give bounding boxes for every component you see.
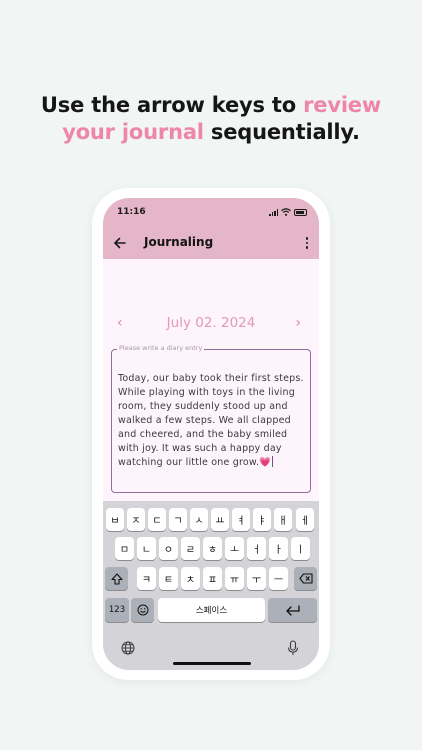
status-bar: 11:16 [103,198,319,228]
app-bar: Journaling [103,228,319,259]
diary-entry-label: Please write a diary entry [117,344,205,352]
key[interactable]: ㅐ [274,508,292,531]
headline-line2-plain: sequentially. [203,120,360,144]
key[interactable]: ㅌ [159,567,178,590]
key[interactable]: ㅜ [247,567,266,590]
key[interactable]: ㅊ [181,567,200,590]
return-icon [285,604,300,616]
key[interactable]: ㅁ [115,537,134,560]
emoji-key[interactable] [131,598,154,622]
key[interactable]: ㅣ [291,537,310,560]
key[interactable]: ㄱ [169,508,187,531]
key[interactable]: ㅅ [190,508,208,531]
key[interactable]: ㄷ [148,508,166,531]
key[interactable]: ㄴ [137,537,156,560]
diary-entry-field[interactable]: Please write a diary entry Today, our ba… [111,344,311,493]
date-navigator: ‹ July 02. 2024 › [103,314,319,334]
home-indicator [173,662,251,665]
status-time: 11:16 [117,207,146,217]
key[interactable]: ㅈ [127,508,145,531]
key[interactable]: ㅡ [269,567,288,590]
key[interactable]: ㅋ [137,567,156,590]
backspace-icon [298,573,313,584]
headline-line2-accent: your journal [62,120,204,144]
key[interactable]: ㅎ [203,537,222,560]
space-key[interactable]: 스페이스 [158,598,265,622]
headline-line1-plain: Use the arrow keys to [40,93,304,117]
key[interactable]: ㅔ [296,508,314,531]
headline-line-1: Use the arrow keys to review [0,92,422,119]
key[interactable]: ㅕ [232,508,250,531]
text-cursor [272,456,274,467]
promo-headline: Use the arrow keys to review your journa… [0,92,422,146]
headline-line-2: your journal sequentially. [0,119,422,146]
key[interactable]: ㄹ [181,537,200,560]
key[interactable]: ㅇ [159,537,178,560]
status-icons [269,208,307,216]
microphone-icon[interactable] [287,640,299,656]
chevron-right-icon[interactable]: › [295,315,301,331]
battery-icon [294,208,307,216]
back-arrow-icon[interactable] [111,234,129,252]
key[interactable]: ㅗ [225,537,244,560]
page-title: Journaling [144,235,214,249]
diary-entry-text[interactable]: Today, our baby took their first steps. … [118,372,308,470]
key[interactable]: ㅓ [247,537,266,560]
korean-keyboard: ㅂ ㅈ ㄷ ㄱ ㅅ ㅛ ㅕ ㅑ ㅐ ㅔ ㅁ ㄴ ㅇ ㄹ ㅎ ㅗ ㅓ ㅏ ㅣ ㅋ … [103,501,319,670]
cellular-signal-icon [269,208,278,216]
shift-icon [110,572,123,585]
diary-entry-value: Today, our baby took their first steps. … [118,373,304,468]
key[interactable]: ㅍ [203,567,222,590]
backspace-key[interactable] [294,567,317,590]
numbers-key[interactable]: 123 [105,598,129,622]
more-options-icon[interactable] [301,235,313,251]
globe-icon[interactable] [121,641,135,655]
entry-date: July 02. 2024 [166,315,256,331]
shift-key[interactable] [105,567,128,590]
key[interactable]: ㅂ [106,508,124,531]
headline-line1-accent: review [303,93,382,117]
key[interactable]: ㅏ [269,537,288,560]
emoji-icon [137,604,148,616]
phone-screen: 11:16 Journaling ‹ July 02. 2024 › Pleas… [103,198,319,670]
key[interactable]: ㅛ [211,508,229,531]
wifi-icon [281,208,291,216]
return-key[interactable] [268,598,317,622]
key[interactable]: ㅠ [225,567,244,590]
key[interactable]: ㅑ [253,508,271,531]
